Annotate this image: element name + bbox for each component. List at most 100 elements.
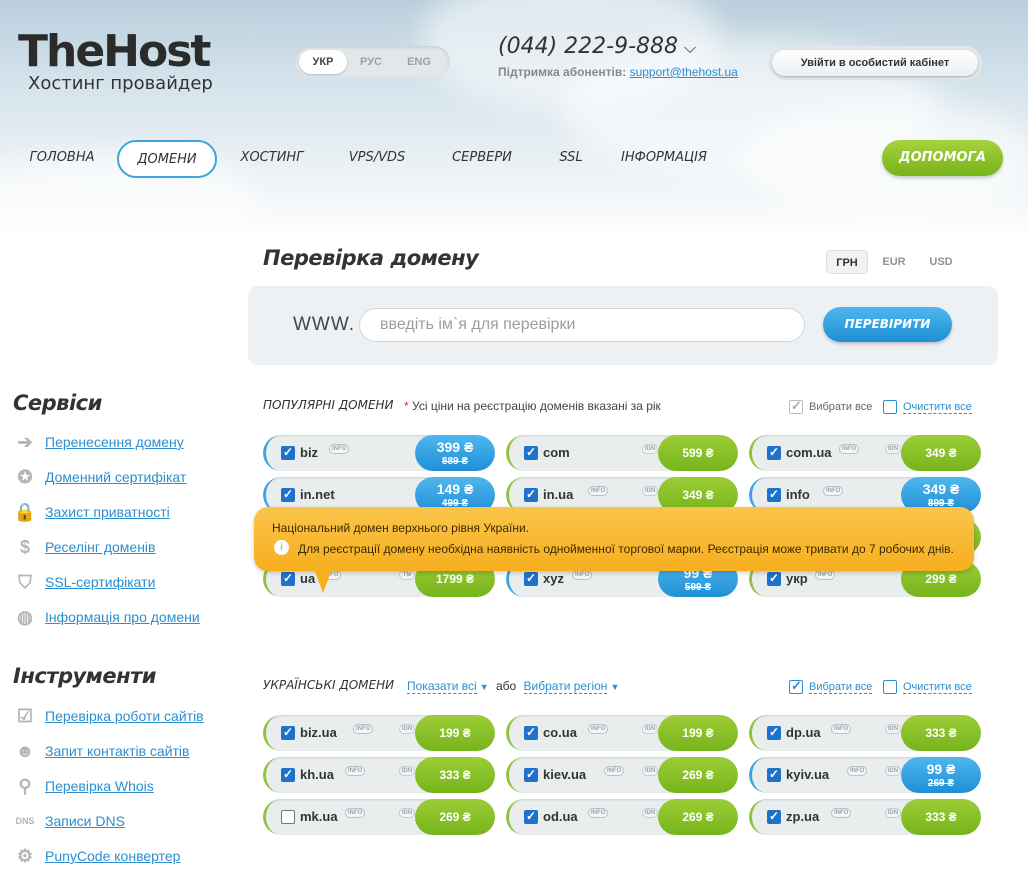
domain-checkbox[interactable] (524, 809, 538, 824)
sidebar-link[interactable]: ➔ Перенесення домену (13, 430, 184, 454)
domain-checkbox[interactable] (281, 810, 295, 824)
cabinet-login-button[interactable]: Увійти в особистий кабінет (772, 50, 978, 76)
info-badge[interactable]: INFO (831, 808, 852, 818)
sidebar-link-label[interactable]: Записи DNS (45, 813, 125, 829)
select-all-checkbox[interactable] (789, 398, 803, 414)
domain-checkbox[interactable] (281, 767, 295, 782)
help-button[interactable]: ДОПОМОГА (882, 140, 1003, 176)
domain-option[interactable]: kiev.ua INFO IDN 269 ₴ (506, 757, 738, 793)
domain-checkbox[interactable] (524, 445, 538, 460)
clear-all-checkbox[interactable] (883, 680, 897, 694)
info-badge[interactable]: INFO (604, 766, 625, 776)
sidebar-link-label[interactable]: PunyCode конвертер (45, 848, 180, 864)
domain-checkbox[interactable] (767, 487, 781, 502)
sidebar-link[interactable]: ☑ Перевірка роботи сайтів (13, 704, 204, 728)
info-badge[interactable]: INFO (345, 808, 366, 818)
nav-item-domains[interactable]: ДОМЕНИ (117, 140, 217, 178)
sidebar-link-label[interactable]: Перенесення домену (45, 434, 184, 450)
currency-usd[interactable]: USD (920, 250, 962, 274)
nav-item-vps[interactable]: VPS/VDS (327, 140, 427, 178)
info-badge[interactable]: INFO (847, 766, 868, 776)
domain-option[interactable]: biz.ua INFO IDN 199 ₴ (263, 715, 495, 751)
check-domain-button[interactable]: ПЕРЕВІРИТИ (823, 307, 952, 342)
domain-option[interactable]: kh.ua INFO IDN 333 ₴ (263, 757, 495, 793)
info-badge[interactable]: INFO (588, 808, 609, 818)
domain-checkbox[interactable] (524, 725, 538, 740)
currency-eur[interactable]: EUR (873, 250, 915, 274)
domain-checkbox[interactable] (767, 445, 781, 460)
sidebar-link-label[interactable]: Доменний сертифікат (45, 469, 186, 485)
domain-checkbox[interactable] (524, 487, 538, 502)
logo[interactable]: TheHost Хостинг провайдер (18, 30, 213, 94)
info-badge[interactable]: INFO (329, 444, 350, 454)
sidebar-link[interactable]: ◍ Інформація про домени (13, 605, 200, 629)
domain-option[interactable]: co.ua INFO IDN 199 ₴ (506, 715, 738, 751)
info-badge[interactable]: INFO (815, 570, 836, 580)
domain-checkbox[interactable] (767, 767, 781, 782)
domain-option[interactable]: od.ua INFO IDN 269 ₴ (506, 799, 738, 835)
chevron-down-icon[interactable]: ⌵ (684, 38, 696, 57)
ua-select-all[interactable]: Вибрати все (789, 678, 873, 694)
info-badge[interactable]: INFO (823, 486, 844, 496)
sidebar-link[interactable]: ✪ Доменний сертифікат (13, 465, 186, 489)
nav-item-servers[interactable]: СЕРВЕРИ (427, 140, 537, 178)
domain-search-input[interactable] (359, 308, 805, 342)
domain-checkbox[interactable] (281, 487, 295, 502)
info-badge[interactable]: INFO (353, 724, 374, 734)
nav-item-home[interactable]: ГОЛОВНА (18, 140, 106, 178)
currency-uah[interactable]: ГРН (826, 250, 868, 274)
caret-down-icon[interactable]: ▼ (480, 682, 489, 692)
sidebar-link[interactable]: 🔒 Захист приватності (13, 500, 170, 524)
sidebar-link-label[interactable]: Реселінг доменів (45, 539, 155, 555)
sidebar-link-label[interactable]: Інформація про домени (45, 609, 200, 625)
lang-rus[interactable]: РУС (347, 50, 395, 74)
sidebar-link-label[interactable]: Перевірка Whois (45, 778, 154, 794)
ua-clear-all[interactable]: Очистити все (883, 680, 972, 694)
sidebar-link-label[interactable]: Перевірка роботи сайтів (45, 708, 204, 724)
nav-item-hosting[interactable]: ХОСТИНГ (217, 140, 327, 178)
popular-select-all[interactable]: Вибрати все (789, 398, 872, 414)
info-badge[interactable]: INFO (839, 444, 860, 454)
select-all-checkbox[interactable] (789, 678, 803, 694)
domain-checkbox[interactable] (281, 571, 295, 586)
domain-option[interactable]: zp.ua INFO IDN 333 ₴ (749, 799, 981, 835)
domain-option[interactable]: com IDN 599 ₴ (506, 435, 738, 471)
domain-checkbox[interactable] (524, 767, 538, 782)
caret-down-icon[interactable]: ▼ (610, 682, 619, 692)
domain-checkbox[interactable] (767, 571, 781, 586)
domain-option[interactable]: dp.ua INFO IDN 333 ₴ (749, 715, 981, 751)
sidebar-link[interactable]: ⚙ PunyCode конвертер (13, 844, 181, 868)
clear-all-checkbox[interactable] (883, 400, 897, 414)
domain-option[interactable]: mk.ua INFO IDN 269 ₴ (263, 799, 495, 835)
lang-ukr[interactable]: УКР (299, 50, 347, 74)
domain-option[interactable]: biz INFO 399 ₴889 ₴ (263, 435, 495, 471)
sidebar-link-label[interactable]: Захист приватності (45, 504, 170, 520)
domain-checkbox[interactable] (281, 725, 295, 740)
domain-checkbox[interactable] (767, 809, 781, 824)
support-email-link[interactable]: support@thehost.ua (630, 65, 738, 79)
show-all-link[interactable]: Показати всі (407, 679, 477, 694)
info-badge[interactable]: INFO (572, 570, 593, 580)
info-badge[interactable]: INFO (345, 766, 366, 776)
domain-checkbox[interactable] (767, 725, 781, 740)
domain-checkbox[interactable] (281, 445, 295, 460)
domain-option[interactable]: com.ua INFO IDN 349 ₴ (749, 435, 981, 471)
sidebar-link[interactable]: ⚲ Перевірка Whois (13, 774, 154, 798)
info-badge[interactable]: INFO (588, 486, 609, 496)
sidebar-link[interactable]: $ Реселінг доменів (13, 535, 156, 559)
sidebar-link-label[interactable]: SSL-сертифікати (45, 574, 155, 590)
sidebar-link[interactable]: ☻ Запит контактів сайтів (13, 739, 190, 763)
domain-option[interactable]: kyiv.uaINFOIDN99 ₴269 ₴ (749, 757, 981, 793)
info-badge[interactable]: INFO (831, 724, 852, 734)
popular-clear-all[interactable]: Очистити все (883, 400, 972, 414)
choose-region-link[interactable]: Вибрати регіон (523, 679, 608, 694)
sidebar-link-label[interactable]: Запит контактів сайтів (45, 743, 189, 759)
lang-eng[interactable]: ENG (395, 50, 443, 74)
nav-item-ssl[interactable]: SSL (537, 140, 605, 178)
info-badge[interactable]: INFO (588, 724, 609, 734)
sidebar-link[interactable]: DNS Записи DNS (13, 809, 125, 833)
sidebar-link[interactable]: ⛉ SSL-сертифікати (13, 570, 155, 594)
phone-number[interactable]: (044) 222-9-888 ⌵ (498, 34, 696, 59)
nav-item-info[interactable]: ІНФОРМАЦІЯ (605, 140, 723, 178)
domain-checkbox[interactable] (524, 571, 538, 586)
